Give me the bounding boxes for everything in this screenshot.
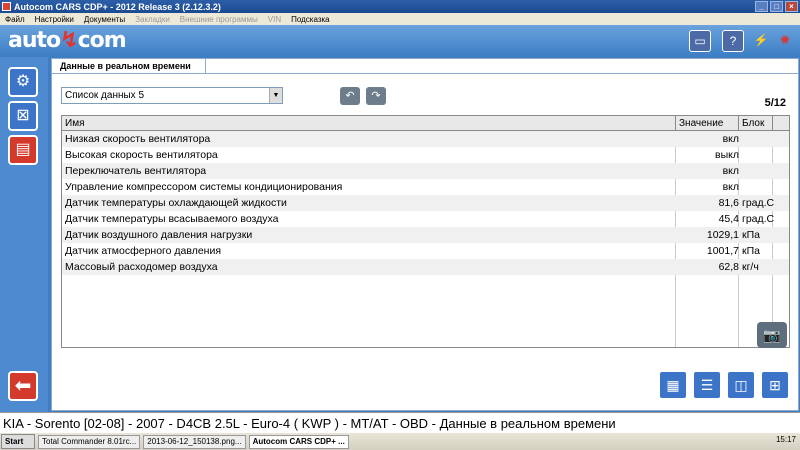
column-unit-header[interactable]: Блок (742, 116, 764, 131)
row-unit: кг/ч (742, 261, 759, 273)
window-title: Autocom CARS CDP+ - 2012 Release 3 (2.12… (14, 1, 221, 12)
table-row[interactable]: Датчик температуры охлаждающей жидкости 8… (62, 195, 789, 211)
window-titlebar: Autocom CARS CDP+ - 2012 Release 3 (2.12… (0, 0, 800, 13)
list-view-icon[interactable]: ☰ (692, 370, 722, 400)
panel-tab-realtime[interactable]: Данные в реальном времени (52, 59, 206, 73)
grid-body: Низкая скорость вентилятора вкл Высокая с… (62, 131, 789, 275)
help-icon[interactable]: ? (722, 30, 744, 52)
table-row[interactable]: Массовый расходомер воздуха 62,8 кг/ч (62, 259, 789, 275)
app-header: auto↯com ▭ ? ⚡ ✺ (0, 25, 800, 57)
row-value: 45,4 (718, 213, 739, 225)
row-name: Управление компрессором системы кондицио… (65, 181, 343, 193)
grid-header: Имя Значение Блок (62, 116, 789, 131)
camera-icon[interactable]: 📷 (757, 322, 787, 348)
row-unit: град.С (742, 213, 775, 225)
next-page-button[interactable]: ↷ (366, 87, 386, 105)
engine-icon[interactable]: ⚙ (8, 67, 38, 97)
row-name: Низкая скорость вентилятора (65, 133, 211, 145)
tab-divider (52, 73, 798, 74)
row-value: вкл (722, 181, 739, 193)
left-navigation: ⚙ ⊠ ▤ ⬅ (0, 57, 48, 412)
taskbar-item[interactable]: Autocom CARS CDP+ ... (248, 434, 349, 449)
table-row[interactable]: Датчик температуры всасываемого воздуха 4… (62, 211, 789, 227)
row-unit: град.С (742, 197, 775, 209)
menu-bookmarks[interactable]: Закладки (130, 15, 175, 24)
add-data-icon[interactable]: ⊞ (760, 370, 790, 400)
table-row[interactable]: Датчик воздушного давления нагрузки 1029,… (62, 227, 789, 243)
row-name: Переключатель вентилятора (65, 165, 207, 177)
flash-icon[interactable]: ⚡ (750, 30, 772, 52)
row-unit: кПа (742, 245, 760, 257)
column-value-header[interactable]: Значение (679, 116, 723, 131)
row-name: Высокая скорость вентилятора (65, 149, 218, 161)
taskbar-item[interactable]: Total Commander 8.01rc... (38, 434, 141, 449)
table-row[interactable]: Управление компрессором системы кондицио… (62, 179, 789, 195)
ecu-icon[interactable]: ⊠ (8, 101, 38, 131)
row-name: Датчик температуры всасываемого воздуха (65, 213, 279, 225)
table-row[interactable]: Низкая скорость вентилятора вкл (62, 131, 789, 147)
system-clock: 15:17 (775, 435, 796, 444)
app-icon (2, 2, 11, 11)
row-value: выкл (715, 149, 739, 161)
page-counter: 5/12 (764, 97, 786, 109)
row-unit: кПа (742, 229, 760, 241)
window-controls: _ □ × (755, 1, 798, 12)
row-name: Массовый расходомер воздуха (65, 261, 218, 273)
row-value: 1029,1 (706, 229, 739, 241)
menu-documents[interactable]: Документы (79, 15, 130, 24)
menu-help[interactable]: Подсказка (286, 15, 335, 24)
menu-vin[interactable]: VIN (263, 15, 286, 24)
settings-icon[interactable]: ✺ (774, 30, 796, 52)
realtime-data-icon[interactable]: ▤ (8, 135, 38, 165)
close-button[interactable]: × (785, 1, 798, 12)
row-name: Датчик температуры охлаждающей жидкости (65, 197, 287, 209)
record-icon[interactable]: ◫ (726, 370, 756, 400)
data-list-select[interactable]: Список данных 5 ▼ (61, 87, 283, 104)
start-button[interactable]: Start (1, 434, 35, 449)
taskbar: Start Total Commander 8.01rc... 2013-06-… (0, 433, 800, 450)
column-name-header[interactable]: Имя (65, 116, 84, 131)
row-value: вкл (722, 133, 739, 145)
row-name: Датчик атмосферного давления (65, 245, 222, 257)
autocom-logo: auto↯com (8, 28, 127, 53)
row-value: 1001,7 (706, 245, 739, 257)
chevron-down-icon[interactable]: ▼ (269, 88, 282, 103)
table-row[interactable]: Высокая скорость вентилятора выкл (62, 147, 789, 163)
table-row[interactable]: Датчик атмосферного давления 1001,7 кПа (62, 243, 789, 259)
row-value: вкл (722, 165, 739, 177)
vehicle-status-bar: KIA - Sorento [02-08] - 2007 - D4CB 2.5L… (0, 412, 800, 433)
graph-view-icon[interactable]: ▦ (658, 370, 688, 400)
taskbar-item[interactable]: 2013-06-12_150138.png... (143, 434, 246, 449)
menu-file[interactable]: Файл (0, 15, 30, 24)
row-value: 62,8 (718, 261, 739, 273)
main-panel: Данные в реальном времени Список данных … (51, 58, 799, 411)
data-grid: Имя Значение Блок Низкая скорость вентил… (61, 115, 790, 348)
row-name: Датчик воздушного давления нагрузки (65, 229, 253, 241)
obd-icon[interactable]: ▭ (689, 30, 711, 52)
prev-page-button[interactable]: ↶ (340, 87, 360, 105)
menu-external-programs[interactable]: Внешние программы (175, 15, 263, 24)
maximize-button[interactable]: □ (770, 1, 783, 12)
back-arrow-icon[interactable]: ⬅ (8, 371, 38, 401)
menu-bar: Файл Настройки Документы Закладки Внешни… (0, 13, 800, 25)
row-value: 81,6 (718, 197, 739, 209)
table-row[interactable]: Переключатель вентилятора вкл (62, 163, 789, 179)
menu-settings[interactable]: Настройки (30, 15, 79, 24)
minimize-button[interactable]: _ (755, 1, 768, 12)
data-list-value: Список данных 5 (65, 90, 145, 101)
